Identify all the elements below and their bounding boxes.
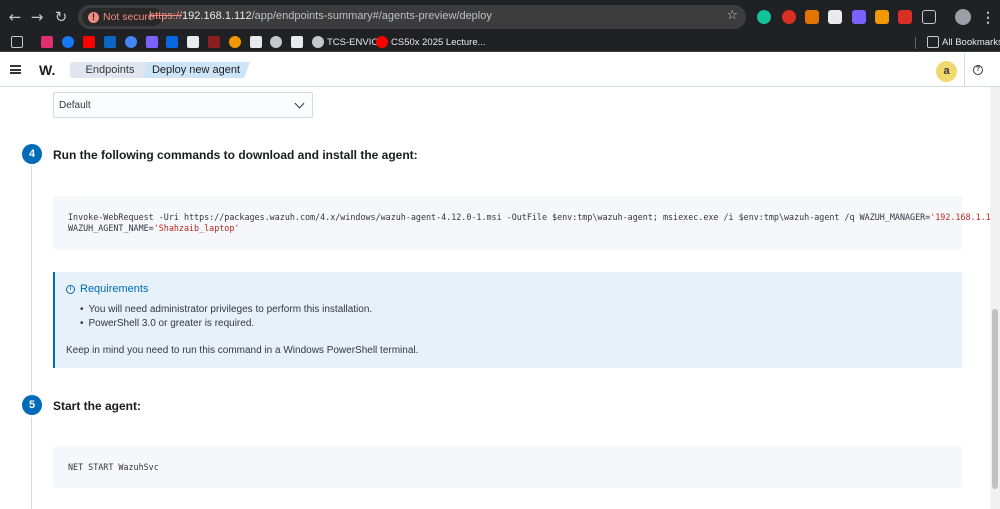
- breadcrumb-deploy-new-agent: Deploy new agent: [142, 62, 250, 78]
- bookmark-cs50x[interactable]: CS50x 2025 Lecture...: [391, 37, 486, 48]
- warning-icon: !: [88, 11, 99, 23]
- linkedin-icon[interactable]: [104, 36, 116, 48]
- extension-icon[interactable]: [805, 10, 819, 24]
- start-command-code[interactable]: NET START WazuhSvc: [53, 446, 962, 488]
- extension-icon[interactable]: [898, 10, 912, 24]
- meta-icon[interactable]: [166, 36, 178, 48]
- reload-button[interactable]: ↻: [51, 7, 71, 27]
- back-button[interactable]: ←: [5, 7, 25, 27]
- url-path: /app/endpoints-summary#/agents-preview/d…: [251, 10, 492, 22]
- step-4-title: Run the following commands to download a…: [53, 148, 418, 162]
- apps-grid-icon[interactable]: [11, 36, 23, 48]
- notion-icon[interactable]: [187, 36, 199, 48]
- code-line-1: Invoke-WebRequest -Uri https://packages.…: [68, 212, 931, 222]
- youtube-icon[interactable]: [376, 36, 388, 48]
- step-4-number: 4: [22, 144, 42, 164]
- requirements-callout: i Requirements You will need administrat…: [53, 272, 962, 368]
- callout-note: Keep in mind you need to run this comman…: [66, 345, 419, 356]
- code-string-agent-name: 'Shahzaib_laptop': [153, 223, 240, 233]
- menu-toggle-icon[interactable]: [10, 65, 21, 74]
- grammarly-extension-icon[interactable]: [757, 10, 771, 24]
- bookmark-icon[interactable]: [208, 36, 220, 48]
- url-host: 192.168.1.112: [182, 10, 252, 22]
- profile-avatar[interactable]: [955, 9, 971, 25]
- bookmark-star-icon[interactable]: ☆: [726, 8, 738, 23]
- extension-badge-icon[interactable]: [852, 10, 866, 24]
- url-text[interactable]: https://192.168.1.112/app/endpoints-summ…: [149, 10, 492, 22]
- install-command-code[interactable]: Invoke-WebRequest -Uri https://packages.…: [53, 196, 1000, 250]
- bookmarks-divider: [915, 37, 916, 49]
- user-avatar[interactable]: a: [936, 61, 957, 82]
- folder-icon[interactable]: [927, 36, 939, 48]
- code-line-2: WAZUH_AGENT_NAME=: [68, 223, 154, 233]
- security-label: Not secure: [103, 11, 154, 23]
- step-connector-line: [31, 166, 32, 392]
- step-5-number: 5: [22, 395, 42, 415]
- bookmark-tcs-envio[interactable]: TCS-ENVIO: [327, 37, 379, 48]
- browser-menu-icon[interactable]: ⋮: [981, 7, 995, 27]
- page-scrollbar[interactable]: [990, 87, 1000, 509]
- browser-toolbar: ← → ↻ ! Not secure https://192.168.1.112…: [0, 0, 1000, 33]
- group-select[interactable]: Default: [53, 92, 313, 118]
- requirements-list: You will need administrator privileges t…: [80, 303, 373, 331]
- info-icon: i: [66, 285, 75, 294]
- all-bookmarks[interactable]: All Bookmarks: [942, 37, 1000, 48]
- bookmark-icon[interactable]: [270, 36, 282, 48]
- bookmark-icon[interactable]: [291, 36, 303, 48]
- search-bookmark-icon[interactable]: [125, 36, 137, 48]
- callout-title: Requirements: [80, 283, 149, 295]
- facebook-icon[interactable]: [62, 36, 74, 48]
- address-bar[interactable]: ! Not secure https://192.168.1.112/app/e…: [78, 5, 746, 29]
- wazuh-logo[interactable]: W.: [39, 62, 55, 78]
- requirement-item: You will need administrator privileges t…: [80, 303, 373, 317]
- help-icon[interactable]: ?: [973, 65, 983, 75]
- group-select-value: Default: [59, 100, 91, 111]
- bookmark-icon[interactable]: [250, 36, 262, 48]
- start-command-text: NET START WazuhSvc: [68, 462, 159, 472]
- step-connector-line: [31, 417, 32, 509]
- requirement-item: PowerShell 3.0 or greater is required.: [80, 317, 372, 331]
- url-scheme: https://: [149, 10, 183, 22]
- bookmark-icon[interactable]: [146, 36, 158, 48]
- breadcrumb-endpoints[interactable]: Endpoints: [70, 62, 150, 78]
- forward-button[interactable]: →: [27, 7, 47, 27]
- bookmark-icon[interactable]: [229, 36, 241, 48]
- ublock-extension-icon[interactable]: [782, 10, 796, 24]
- extensions-puzzle-icon[interactable]: [922, 10, 936, 24]
- instagram-icon[interactable]: [41, 36, 53, 48]
- bookmarks-bar: TCS-ENVIO CS50x 2025 Lecture... All Book…: [0, 33, 1000, 52]
- extension-icon[interactable]: [875, 10, 889, 24]
- extension-icon[interactable]: [828, 10, 842, 24]
- step-5-title: Start the agent:: [53, 399, 142, 413]
- scrollbar-thumb[interactable]: [992, 309, 998, 489]
- chevron-down-icon: [294, 98, 305, 109]
- youtube-icon[interactable]: [83, 36, 95, 48]
- header-divider: [964, 53, 965, 87]
- globe-icon[interactable]: [312, 36, 324, 48]
